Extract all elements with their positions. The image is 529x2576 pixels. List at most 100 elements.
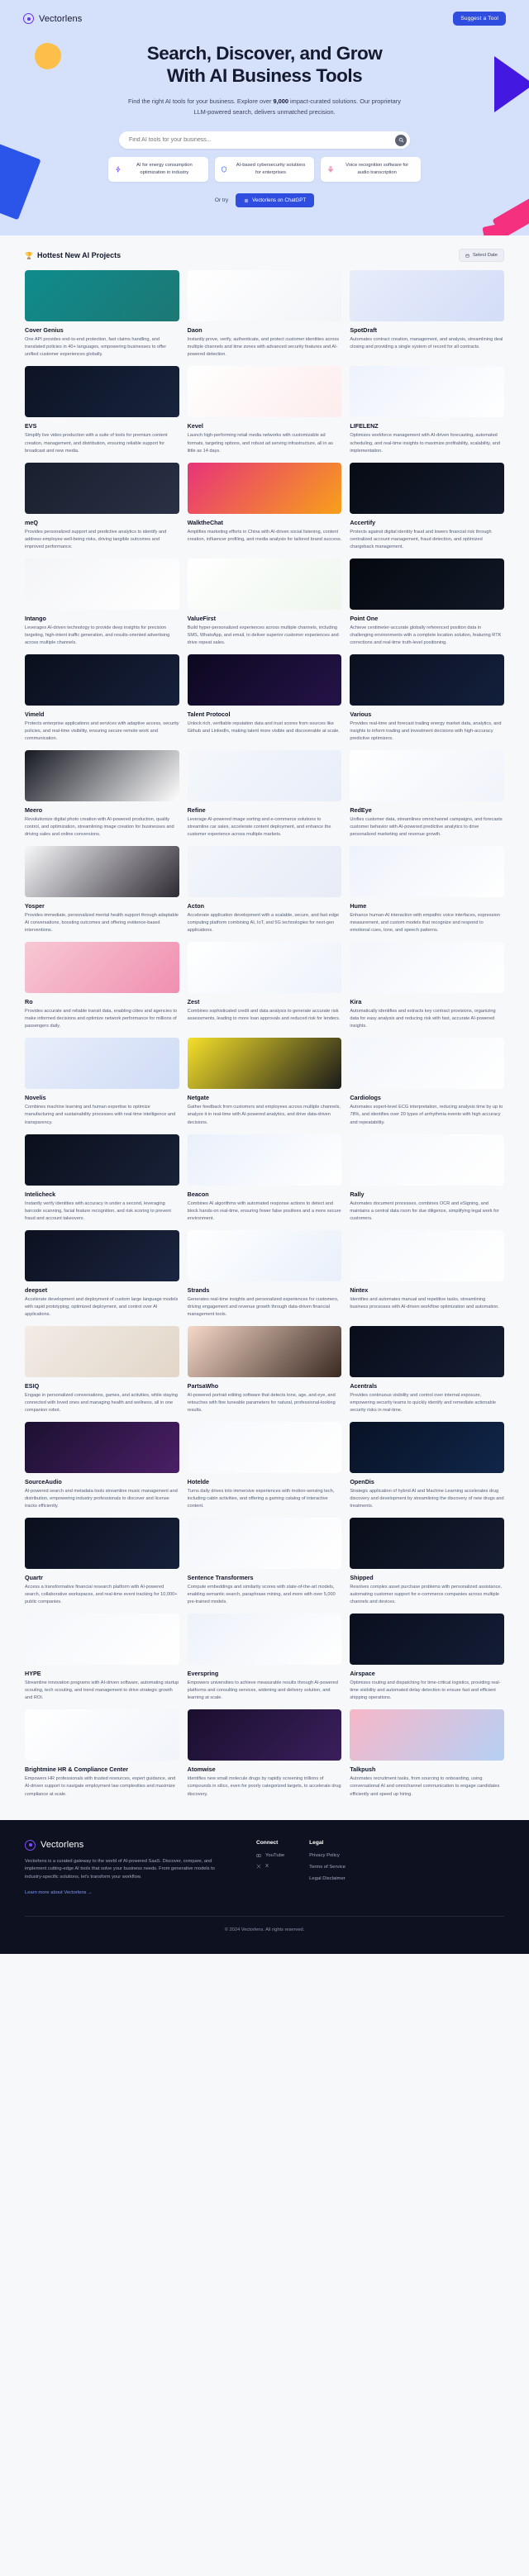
project-thumbnail — [25, 558, 179, 610]
search-bar[interactable] — [119, 131, 410, 150]
project-card[interactable]: Airspace Optimizes routing and dispatchin… — [350, 1614, 504, 1702]
project-card[interactable]: Intelicheck Instantly verify identities w… — [25, 1134, 179, 1223]
footer-link-privacy-policy[interactable]: Privacy Policy — [309, 1853, 346, 1858]
project-thumbnail — [350, 1134, 504, 1186]
project-thumbnail — [350, 750, 504, 802]
project-card[interactable]: Talent Protocol Unlock rich, verifiable r… — [187, 654, 342, 743]
project-description: Resolves complex asset purchase problems… — [350, 1585, 503, 1605]
project-description: Provides personalized support and predic… — [25, 529, 167, 549]
project-card[interactable]: ValueFirst Build hyper-personalized exper… — [187, 558, 342, 647]
project-card[interactable]: Accertify Protects against digital identi… — [350, 462, 504, 551]
project-title: Atomwise — [187, 1766, 216, 1774]
project-card[interactable]: Acton Accelerate application development … — [187, 846, 342, 934]
project-description: Access a transformative financial resear… — [25, 1585, 178, 1605]
suggested-query-chip[interactable]: AI-based cybersecurity solutions for ent… — [214, 157, 315, 183]
project-title: Meero — [25, 806, 43, 815]
project-thumbnail — [187, 270, 342, 322]
footer-link-terms-of-service[interactable]: Terms of Service — [309, 1865, 346, 1870]
vectorlens-on-chatgpt-button[interactable]: Vectorlens on ChatGPT — [236, 193, 315, 208]
project-card[interactable]: Daon Instantly prove, verify, authenticat… — [187, 270, 342, 359]
footer-link-x[interactable]: X — [256, 1864, 284, 1869]
project-card[interactable]: Novelis Combines machine learning and hum… — [25, 1038, 179, 1126]
footer-link-legal-disclaimer[interactable]: Legal Disclaimer — [309, 1876, 346, 1881]
project-card[interactable]: Sentence Transformers Compute embeddings … — [187, 1518, 342, 1606]
project-card[interactable]: SpotDraft Automates contract creation, ma… — [350, 270, 504, 359]
suggest-tool-button[interactable]: Suggest a Tool — [453, 12, 506, 26]
project-card[interactable]: Rally Automates document processes, combi… — [350, 1134, 504, 1223]
project-thumbnail — [350, 1614, 504, 1666]
project-card[interactable]: SourceAudio AI-powered search and metadat… — [25, 1422, 179, 1510]
select-date-button[interactable]: Select Date — [459, 249, 504, 263]
project-card[interactable]: Beacon Combines AI algorithms with automa… — [187, 1134, 342, 1223]
project-thumbnail — [25, 654, 179, 706]
project-card[interactable]: Vimeld Protects enterprise applications a… — [25, 654, 179, 743]
project-card[interactable]: Atomwise Identifies new small molecule dr… — [187, 1709, 342, 1798]
search-input[interactable] — [129, 137, 395, 144]
project-card[interactable]: Meero Revolutionize digital photo creatio… — [25, 750, 179, 839]
project-card[interactable]: Refine Leverage AI-powered image sorting … — [187, 750, 342, 839]
project-card[interactable]: Zest Combines sophisticated credit and da… — [187, 942, 342, 1030]
project-card[interactable]: Shipped Resolves complex asset purchase p… — [350, 1518, 504, 1606]
suggested-query-chip[interactable]: Voice recognition software for audio tra… — [321, 157, 422, 183]
project-thumbnail — [350, 462, 504, 514]
project-description: Provides immediate, personalized mental … — [25, 913, 179, 934]
project-card[interactable]: Yosper Provides immediate, personalized m… — [25, 846, 179, 934]
project-card[interactable]: LIFELENZ Optimizes workforce management w… — [350, 366, 504, 454]
project-card[interactable]: Talkpush Automates recruitment tasks, fro… — [350, 1709, 504, 1798]
project-thumbnail — [350, 1038, 504, 1090]
project-card[interactable]: Acentrals Provides continuous visibility … — [350, 1325, 504, 1414]
project-card[interactable]: Intango Leverages AI-driven technology to… — [25, 558, 179, 647]
project-card[interactable]: Cardiologs Automates expert-level ECG int… — [350, 1038, 504, 1126]
project-card[interactable]: EVS Simplify live video production with a… — [25, 366, 179, 454]
project-card[interactable]: ESIQ Engage in personalized conversations… — [25, 1325, 179, 1414]
shield-icon — [221, 166, 228, 173]
project-card[interactable]: Point One Achieve centimeter-accurate glo… — [350, 558, 504, 647]
project-thumbnail — [25, 1614, 179, 1666]
search-icon[interactable] — [395, 134, 407, 146]
project-card[interactable]: meQ Provides personalized support and pre… — [25, 462, 179, 551]
project-card[interactable]: PartsaWho AI-powered portrait editing sof… — [187, 1325, 342, 1414]
project-card[interactable]: deepset Accelerate development and deploy… — [25, 1229, 179, 1319]
project-description: Engage in personalized conversations, ga… — [25, 1392, 179, 1413]
project-card[interactable]: OpenDis Strategic application of hybrid A… — [350, 1422, 504, 1510]
project-card[interactable]: Various Provides real-time and forecast t… — [350, 654, 504, 743]
project-card[interactable]: Cover Genius One API provides end-to-end … — [25, 270, 179, 359]
project-title: Zest — [187, 998, 200, 1006]
top-navigation-bar: Vectorlens Suggest a Tool — [0, 0, 529, 26]
project-card[interactable]: Netgate Gather feedback from customers an… — [187, 1038, 342, 1126]
project-title: Netgate — [187, 1094, 210, 1102]
footer-link-youtube[interactable]: YouTube — [256, 1853, 284, 1858]
suggested-query-chip[interactable]: AI for energy consumption optimization i… — [108, 157, 208, 183]
project-card[interactable]: Hotelde Turns daily drives into immersive… — [187, 1422, 342, 1510]
youtube-icon — [256, 1853, 261, 1857]
project-description: Identifies new small molecule drugs by r… — [187, 1776, 341, 1797]
brand-logo[interactable]: Vectorlens — [23, 13, 82, 24]
project-card[interactable]: Kira Automatically identifies and extract… — [350, 942, 504, 1030]
project-thumbnail — [25, 1229, 179, 1281]
footer-brand-logo[interactable]: Vectorlens — [25, 1839, 231, 1851]
project-thumbnail — [350, 1325, 504, 1377]
project-description: Combines AI algorithms with automated re… — [187, 1200, 341, 1221]
project-card[interactable]: WalktheChat Amplifies marketing efforts i… — [187, 462, 342, 551]
project-card[interactable]: RedEye Unifies customer data, streamlines… — [350, 750, 504, 839]
project-card[interactable]: Quartr Access a transformative financial … — [25, 1518, 179, 1606]
project-title: WalktheChat — [187, 518, 223, 526]
landing-page: Vectorlens Suggest a Tool Search, Discov… — [0, 0, 529, 1954]
project-description: Generates real-time insights and persona… — [187, 1296, 339, 1317]
project-card[interactable]: Kevel Launch high-performing retail media… — [187, 366, 342, 454]
project-title: Point One — [350, 614, 379, 622]
project-description: Optimizes routing and dispatching for ti… — [350, 1680, 501, 1701]
project-thumbnail — [187, 942, 342, 994]
project-card[interactable]: Hume Enhance human-AI interaction with em… — [350, 846, 504, 934]
project-card[interactable]: Nintex Identifies and automates manual an… — [350, 1229, 504, 1319]
project-card[interactable]: Brightmine HR & Compliance Center Empower… — [25, 1709, 179, 1798]
project-card[interactable]: Everspring Empowers universities to achie… — [187, 1614, 342, 1702]
project-card[interactable]: Ro Provides accurate and reliable transit… — [25, 942, 179, 1030]
project-card[interactable]: HYPE Streamline innovation programs with … — [25, 1614, 179, 1702]
section-header: 🏆 Hottest New AI Projects Select Date — [25, 249, 504, 263]
project-card[interactable]: Strands Generates real-time insights and … — [187, 1229, 342, 1319]
project-title: Acton — [187, 902, 205, 910]
learn-more-link[interactable]: Learn more about Vectorlens → — [25, 1890, 93, 1895]
project-title: Kira — [350, 998, 362, 1006]
project-thumbnail — [187, 1709, 342, 1761]
